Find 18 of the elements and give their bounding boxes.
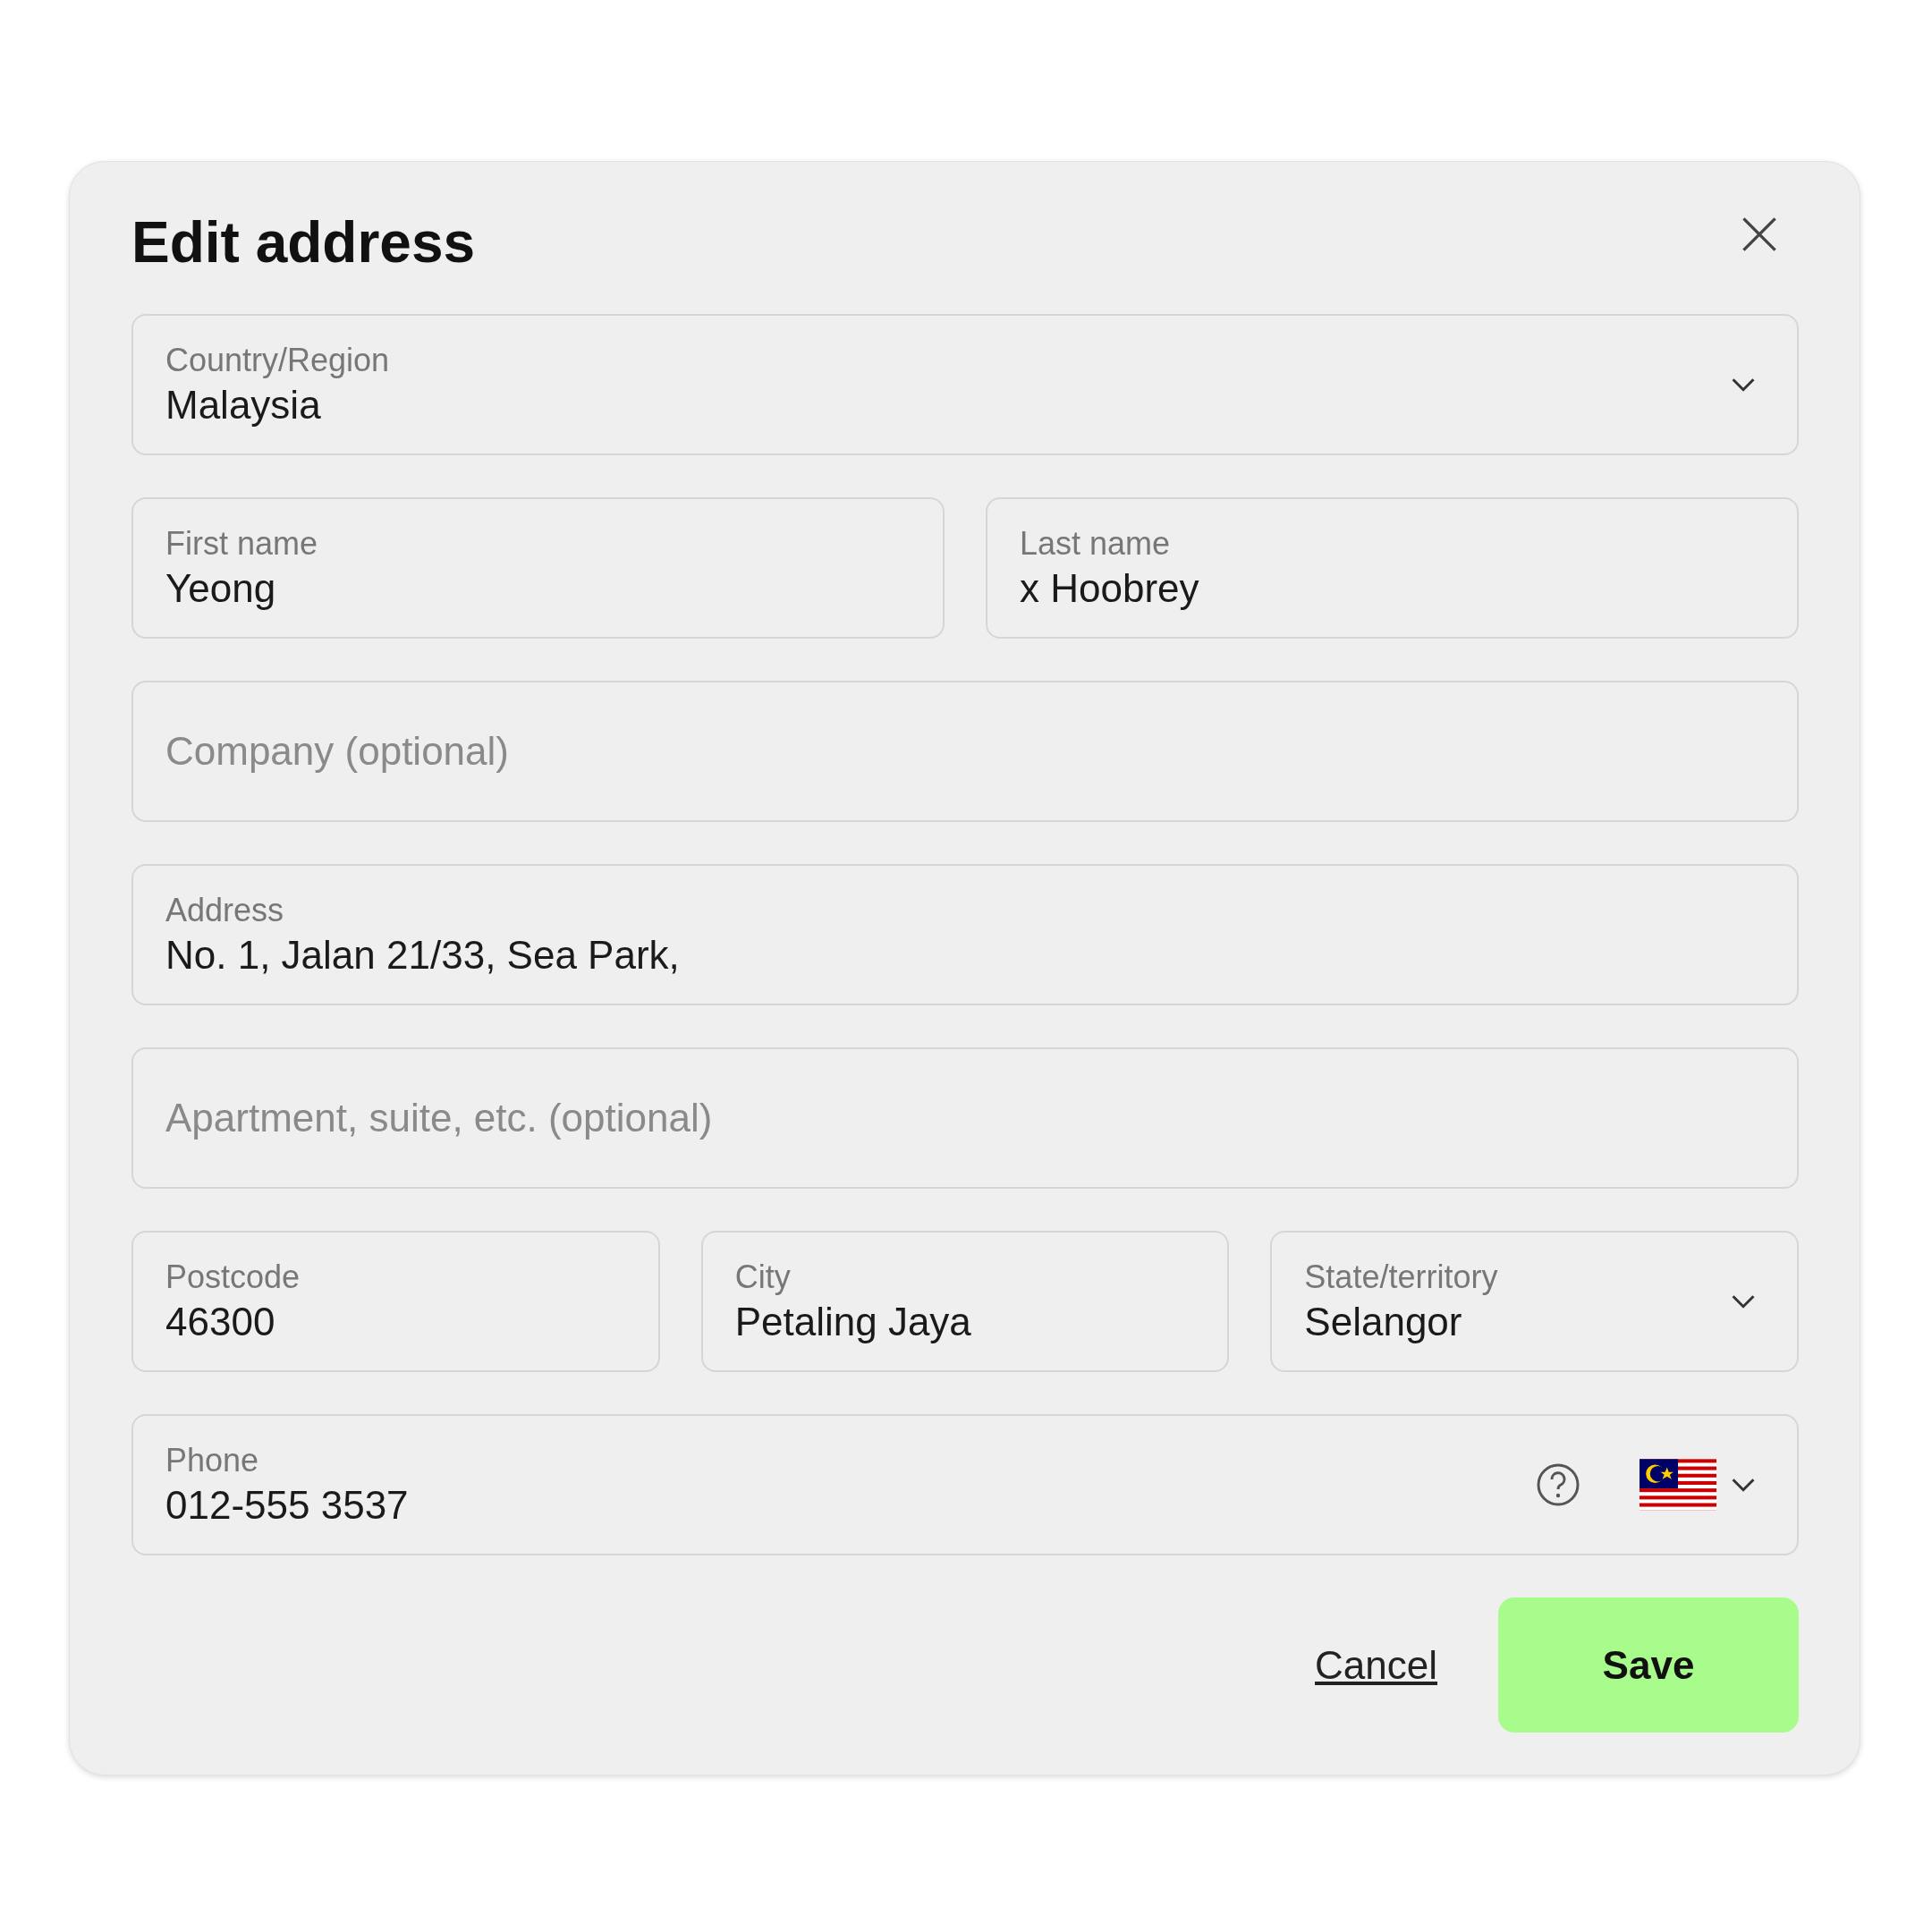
country-code-selector[interactable] [1640, 1459, 1756, 1511]
input-field[interactable]: City Petaling Jaya [700, 1231, 1230, 1372]
select-field[interactable]: Country/Region Malaysia [131, 314, 1799, 455]
input-field[interactable]: Last name x Hoobrey [986, 497, 1799, 639]
phone-field[interactable]: Phone 012-555 3537 [131, 1414, 1799, 1555]
chevron-down-icon [1731, 377, 1756, 392]
chevron-down-icon [1731, 1478, 1756, 1492]
flag-icon [1640, 1459, 1716, 1511]
input-field[interactable]: Postcode 46300 [131, 1231, 660, 1372]
help-icon[interactable] [1536, 1462, 1580, 1507]
cancel-link[interactable]: Cancel [1315, 1642, 1437, 1688]
save-button[interactable]: Save [1498, 1597, 1799, 1733]
dialog-title: Edit address [131, 209, 476, 275]
input-field[interactable]: First name Yeong [131, 497, 945, 639]
close-icon[interactable] [1740, 215, 1779, 254]
select-field[interactable]: State/territory Selangor [1270, 1231, 1799, 1372]
chevron-down-icon [1731, 1294, 1756, 1309]
input-field[interactable]: Address No. 1, Jalan 21/33, Sea Park, [131, 864, 1799, 1005]
